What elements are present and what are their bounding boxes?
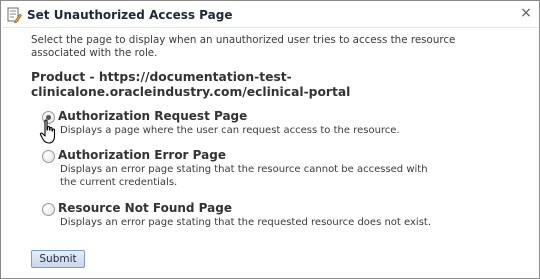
page-edit-icon — [7, 7, 22, 23]
radio-authorization-error[interactable] — [42, 150, 55, 163]
instructions-text: Select the page to display when an unaut… — [31, 34, 456, 59]
dialog-titlebar: Set Unauthorized Access Page × — [2, 2, 538, 28]
option-label: Authorization Request Page — [58, 109, 248, 123]
dialog-title: Set Unauthorized Access Page — [27, 8, 233, 22]
option-description: Displays an error page stating that the … — [60, 164, 428, 188]
unauthorized-access-dialog: Set Unauthorized Access Page × Select th… — [0, 0, 540, 279]
hand-pointer-icon — [39, 119, 56, 144]
radio-resource-not-found[interactable] — [42, 203, 55, 216]
submit-button[interactable]: Submit — [31, 250, 85, 268]
product-url: Product - https://documentation-test-cli… — [31, 70, 351, 99]
close-icon[interactable]: × — [519, 6, 533, 20]
option-label: Authorization Error Page — [58, 148, 226, 162]
option-label: Resource Not Found Page — [58, 201, 232, 215]
option-description: Displays a page where the user can reque… — [60, 125, 400, 136]
dialog-content: Select the page to display when an unaut… — [31, 34, 527, 99]
option-description: Displays an error page stating that the … — [60, 217, 432, 228]
